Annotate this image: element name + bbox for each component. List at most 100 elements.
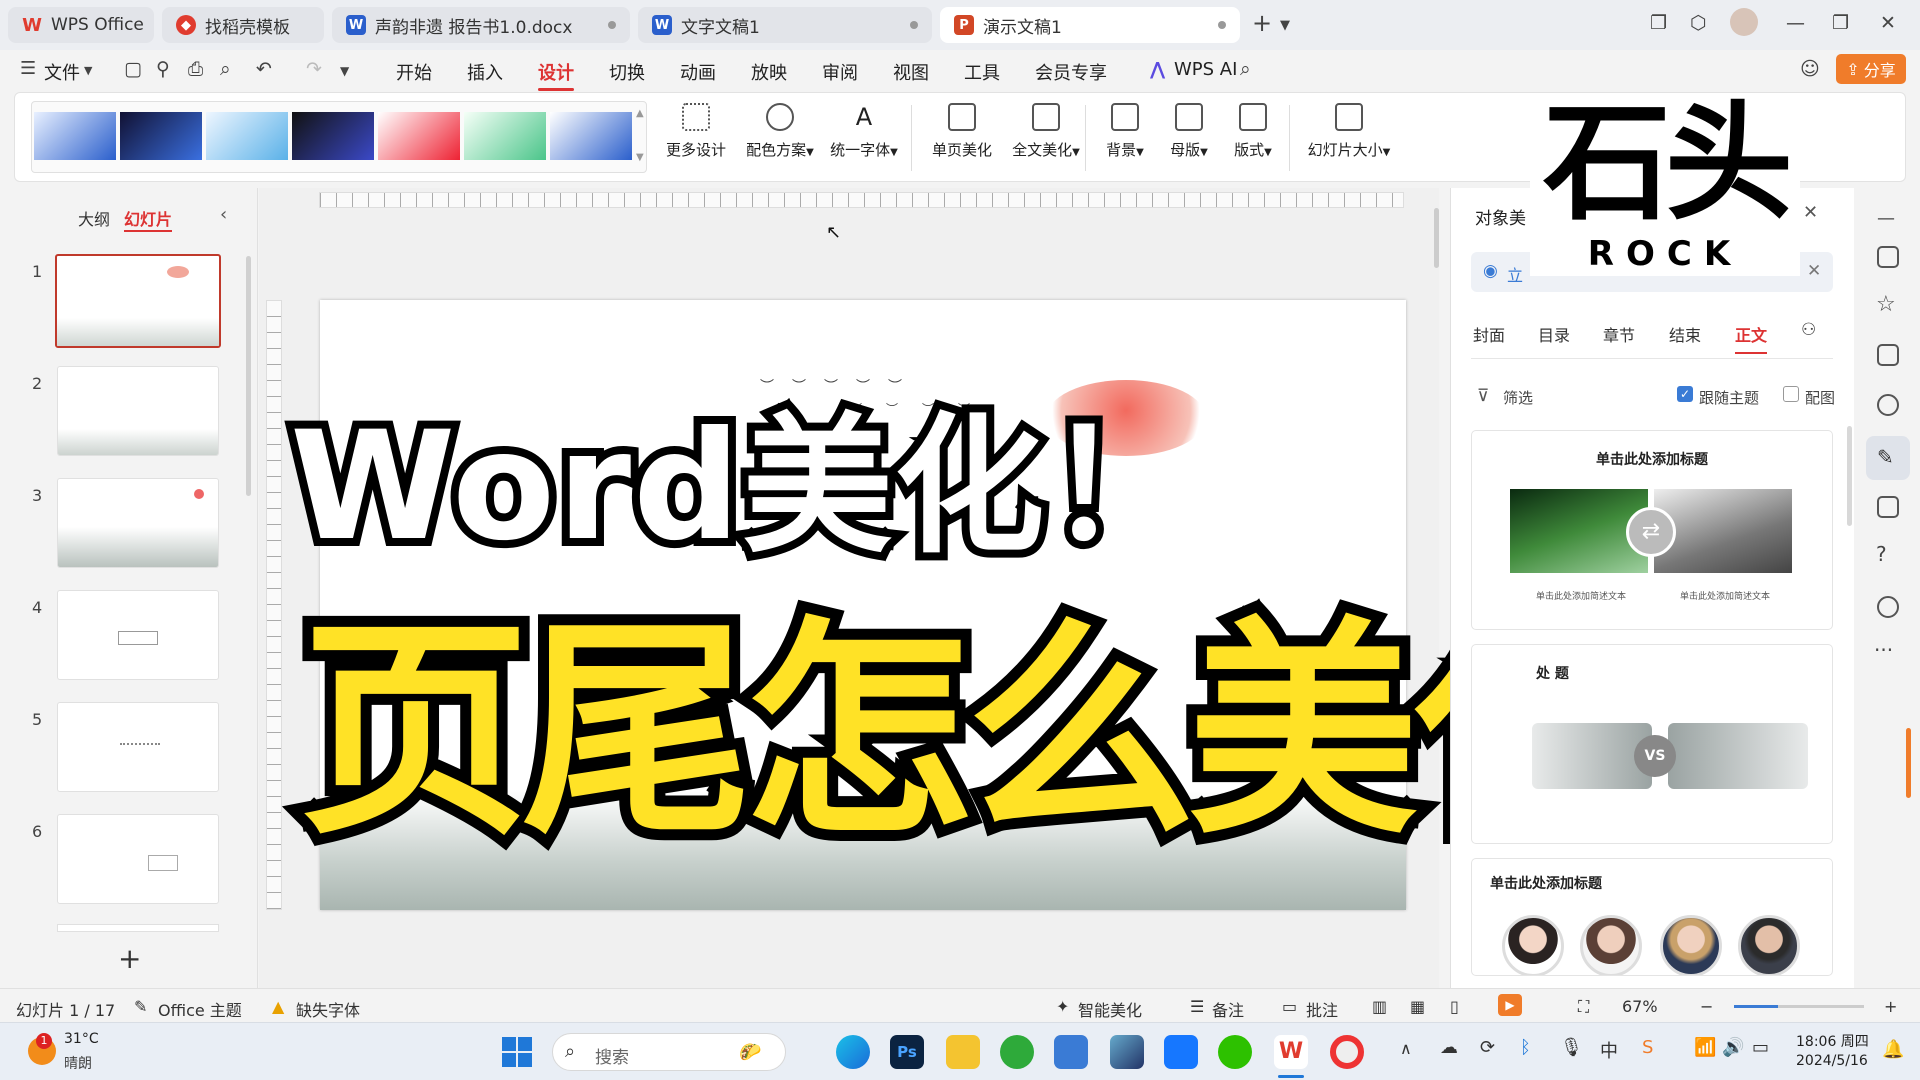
menu-review[interactable]: 审阅 [822, 59, 858, 85]
tab-text-doc1[interactable]: W 文字文稿1 [638, 7, 932, 43]
reading-view-icon[interactable]: ▯ [1450, 997, 1459, 1016]
quick-access-chevron-icon[interactable]: ▼ [340, 64, 349, 78]
more-icon[interactable]: ··· [1874, 638, 1893, 662]
slide-thumb-2[interactable] [57, 366, 219, 456]
record-app-icon[interactable] [1330, 1035, 1364, 1069]
template-card-2[interactable]: 处 题 VS [1471, 644, 1833, 844]
copy-icon[interactable] [1877, 344, 1899, 366]
ime-icon[interactable]: 中 [1600, 1037, 1618, 1063]
tab-wps-office[interactable]: W WPS Office [8, 7, 154, 43]
close-icon[interactable]: ✕ [1880, 12, 1896, 34]
clock-date[interactable]: 2024/5/16 [1796, 1053, 1868, 1069]
print-preview-icon[interactable]: ⌕ [220, 58, 231, 80]
template-card-1[interactable]: 单击此处添加标题 ⇄ 单击此处添加简述文本 单击此处添加简述文本 [1471, 430, 1833, 630]
zoom-slider[interactable] [1734, 1005, 1864, 1008]
menu-insert[interactable]: 插入 [467, 59, 503, 85]
template-thumb[interactable] [550, 112, 632, 160]
lark-app-icon[interactable] [1164, 1035, 1198, 1069]
onedrive-icon[interactable]: ☁ [1440, 1037, 1458, 1058]
template-thumb[interactable] [464, 112, 546, 160]
sliders-icon[interactable] [1877, 246, 1899, 268]
background-button[interactable]: 背景▼ [1093, 103, 1157, 160]
canvas-scrollbar[interactable] [1434, 208, 1439, 268]
share-button[interactable]: ⇪ 分享 [1836, 54, 1906, 84]
cube-icon[interactable]: ⬡ [1690, 12, 1707, 34]
filter-button[interactable]: 筛选 [1503, 387, 1533, 408]
gallery-up-icon[interactable]: ▲ [636, 108, 644, 119]
chevron-down-icon[interactable]: ▼ [84, 64, 92, 77]
clock-time[interactable]: 18:06 周四 [1796, 1031, 1869, 1051]
tab-outline[interactable]: 大纲 [78, 206, 110, 230]
layout-button[interactable]: 版式▼ [1221, 103, 1285, 160]
tray-chevron-icon[interactable]: ∧ [1400, 1039, 1412, 1058]
slide-thumb-5[interactable] [57, 702, 219, 792]
chat-icon[interactable]: ☺ [1800, 58, 1820, 80]
avatar[interactable] [1730, 8, 1758, 36]
theme-name[interactable]: Office 主题 [158, 997, 242, 1021]
slide-thumb-4[interactable] [57, 590, 219, 680]
tab-presentation1[interactable]: P 演示文稿1 [940, 7, 1240, 43]
rail-scroll-indicator[interactable] [1906, 728, 1911, 798]
comments-button[interactable]: 批注 [1306, 997, 1338, 1021]
tab-slides[interactable]: 幻灯片 [124, 206, 173, 232]
panel-close-icon[interactable]: ✕ [1803, 202, 1818, 223]
tab-list-chevron-icon[interactable]: ▼ [1280, 18, 1290, 33]
wps-ai-button[interactable]: WPS AI [1174, 59, 1237, 80]
gallery-down-icon[interactable]: ▼ [636, 152, 644, 163]
browser-e-icon[interactable] [1000, 1035, 1034, 1069]
menu-hamburger-icon[interactable]: ☰ [20, 58, 36, 79]
redo-icon[interactable]: ↷ [306, 58, 322, 80]
tab-docer-templates[interactable]: ◆ 找稻壳模板 [162, 7, 324, 43]
add-slide-button[interactable]: + [118, 942, 141, 975]
menu-design[interactable]: 设计 [538, 59, 574, 91]
window-layout-icon[interactable]: ❐ [1650, 12, 1667, 34]
follow-theme-checkbox[interactable]: ✓ [1677, 386, 1693, 402]
photoshop-app-icon[interactable]: Ps [890, 1035, 924, 1069]
unify-font-button[interactable]: A 统一字体▼ [823, 103, 905, 160]
search-icon[interactable]: ⌕ [1240, 58, 1251, 80]
slide-thumb-6[interactable] [57, 814, 219, 904]
menu-tools[interactable]: 工具 [964, 59, 1000, 85]
match-image-checkbox[interactable] [1783, 386, 1799, 402]
person-icon[interactable]: ⚇ [1801, 320, 1816, 340]
slide-size-button[interactable]: 幻灯片大小▼ [1297, 103, 1401, 160]
slide-thumb-1[interactable] [55, 254, 221, 348]
menu-slideshow[interactable]: 放映 [751, 59, 787, 85]
tray-app-icon[interactable]: S [1642, 1037, 1653, 1058]
notification-bell-icon[interactable]: 🔔 [1882, 1039, 1904, 1060]
minimize-icon[interactable]: — [1786, 12, 1805, 34]
menu-transition[interactable]: 切换 [609, 59, 645, 85]
master-button[interactable]: 母版▼ [1157, 103, 1221, 160]
slide-thumb-3[interactable] [57, 478, 219, 568]
tab-body[interactable]: 正文 [1735, 322, 1768, 354]
menu-animation[interactable]: 动画 [680, 59, 716, 85]
wechat-app-icon[interactable] [1218, 1035, 1252, 1069]
template-card-3[interactable]: 单击此处添加标题 [1471, 858, 1833, 976]
template-thumb[interactable] [206, 112, 288, 160]
full-text-beautify-button[interactable]: 全文美化▼ [1005, 103, 1087, 160]
volume-icon[interactable]: 🔊 [1722, 1037, 1744, 1058]
tab-end[interactable]: 结束 [1669, 322, 1701, 346]
template-thumb[interactable] [120, 112, 202, 160]
taskbar-search-input[interactable]: ⌕ 搜索 🌮 [552, 1033, 786, 1071]
menu-start[interactable]: 开始 [396, 59, 432, 85]
tab-toc[interactable]: 目录 [1538, 322, 1570, 346]
zoom-level[interactable]: 67% [1622, 997, 1658, 1016]
microphone-icon[interactable]: 🎙 [1560, 1037, 1583, 1058]
edge-app-icon[interactable] [836, 1035, 870, 1069]
template-gallery[interactable]: ▲ ▼ [31, 101, 647, 173]
sync-icon[interactable]: ⟳ [1480, 1037, 1495, 1058]
battery-icon[interactable]: ▭ [1752, 1037, 1769, 1058]
zoom-out-button[interactable]: − [1700, 997, 1713, 1016]
undo-icon[interactable]: ↶ [256, 58, 272, 80]
star-icon[interactable]: ☆ [1876, 292, 1896, 317]
play-slideshow-icon[interactable]: ▶ [1498, 994, 1522, 1016]
single-page-beautify-button[interactable]: 单页美化 [921, 103, 1003, 160]
bluetooth-icon[interactable]: ᛒ [1520, 1037, 1531, 1058]
tab-chapter[interactable]: 章节 [1603, 322, 1635, 346]
file-menu[interactable]: 文件 [44, 59, 80, 85]
clear-search-icon[interactable]: ✕ [1807, 261, 1821, 281]
collapse-panel-icon[interactable]: ‹ [220, 204, 227, 225]
brain-icon[interactable] [1877, 394, 1899, 416]
save-icon[interactable]: ▢ [124, 58, 142, 80]
